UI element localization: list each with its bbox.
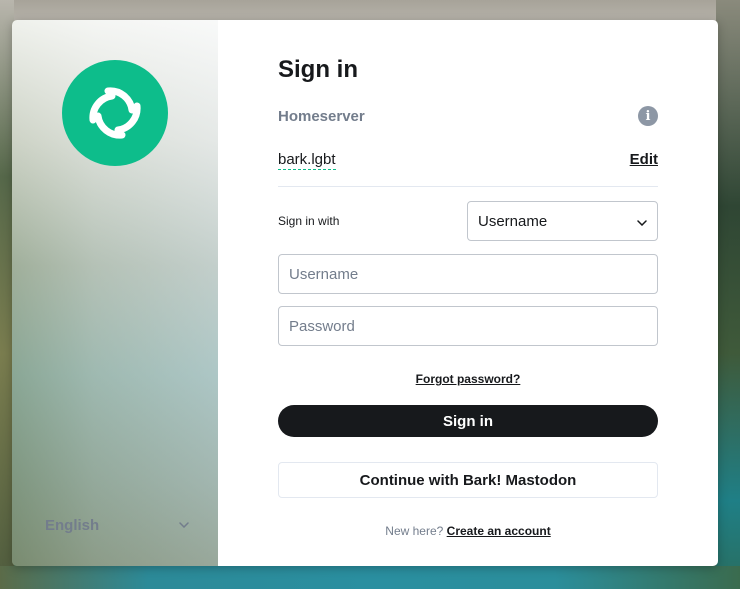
auth-card: English Sign in Homeserver i bark.lgbt E…	[12, 20, 718, 566]
auth-sidebar: English	[12, 20, 218, 566]
chevron-down-icon	[637, 213, 647, 230]
auth-main: Sign in Homeserver i bark.lgbt Edit Sign…	[218, 20, 718, 566]
page-title: Sign in	[278, 56, 358, 83]
divider	[278, 186, 658, 187]
homeserver-value: bark.lgbt	[278, 151, 336, 170]
new-here-text: New here?	[385, 524, 444, 538]
element-logo	[62, 60, 168, 166]
signup-prompt: New here? Create an account	[278, 524, 658, 538]
login-type-value: Username	[478, 212, 548, 230]
forgot-password-link[interactable]: Forgot password?	[278, 372, 658, 386]
create-account-link[interactable]: Create an account	[447, 524, 551, 538]
sso-button[interactable]: Continue with Bark! Mastodon	[278, 462, 658, 498]
chevron-down-icon	[178, 519, 190, 531]
username-input[interactable]	[278, 254, 658, 294]
language-dropdown[interactable]: English	[45, 515, 190, 535]
homeserver-label: Homeserver	[278, 108, 365, 125]
login-type-select[interactable]: Username	[467, 201, 658, 241]
sign-in-button[interactable]: Sign in	[278, 405, 658, 437]
password-input[interactable]	[278, 306, 658, 346]
background-mountain-right	[716, 0, 740, 589]
language-label: English	[45, 516, 100, 534]
info-icon[interactable]: i	[638, 106, 658, 126]
edit-homeserver-link[interactable]: Edit	[630, 151, 658, 168]
background-lake-bottom	[0, 566, 740, 589]
element-logo-icon	[89, 87, 141, 139]
sign-in-with-label: Sign in with	[278, 214, 340, 228]
